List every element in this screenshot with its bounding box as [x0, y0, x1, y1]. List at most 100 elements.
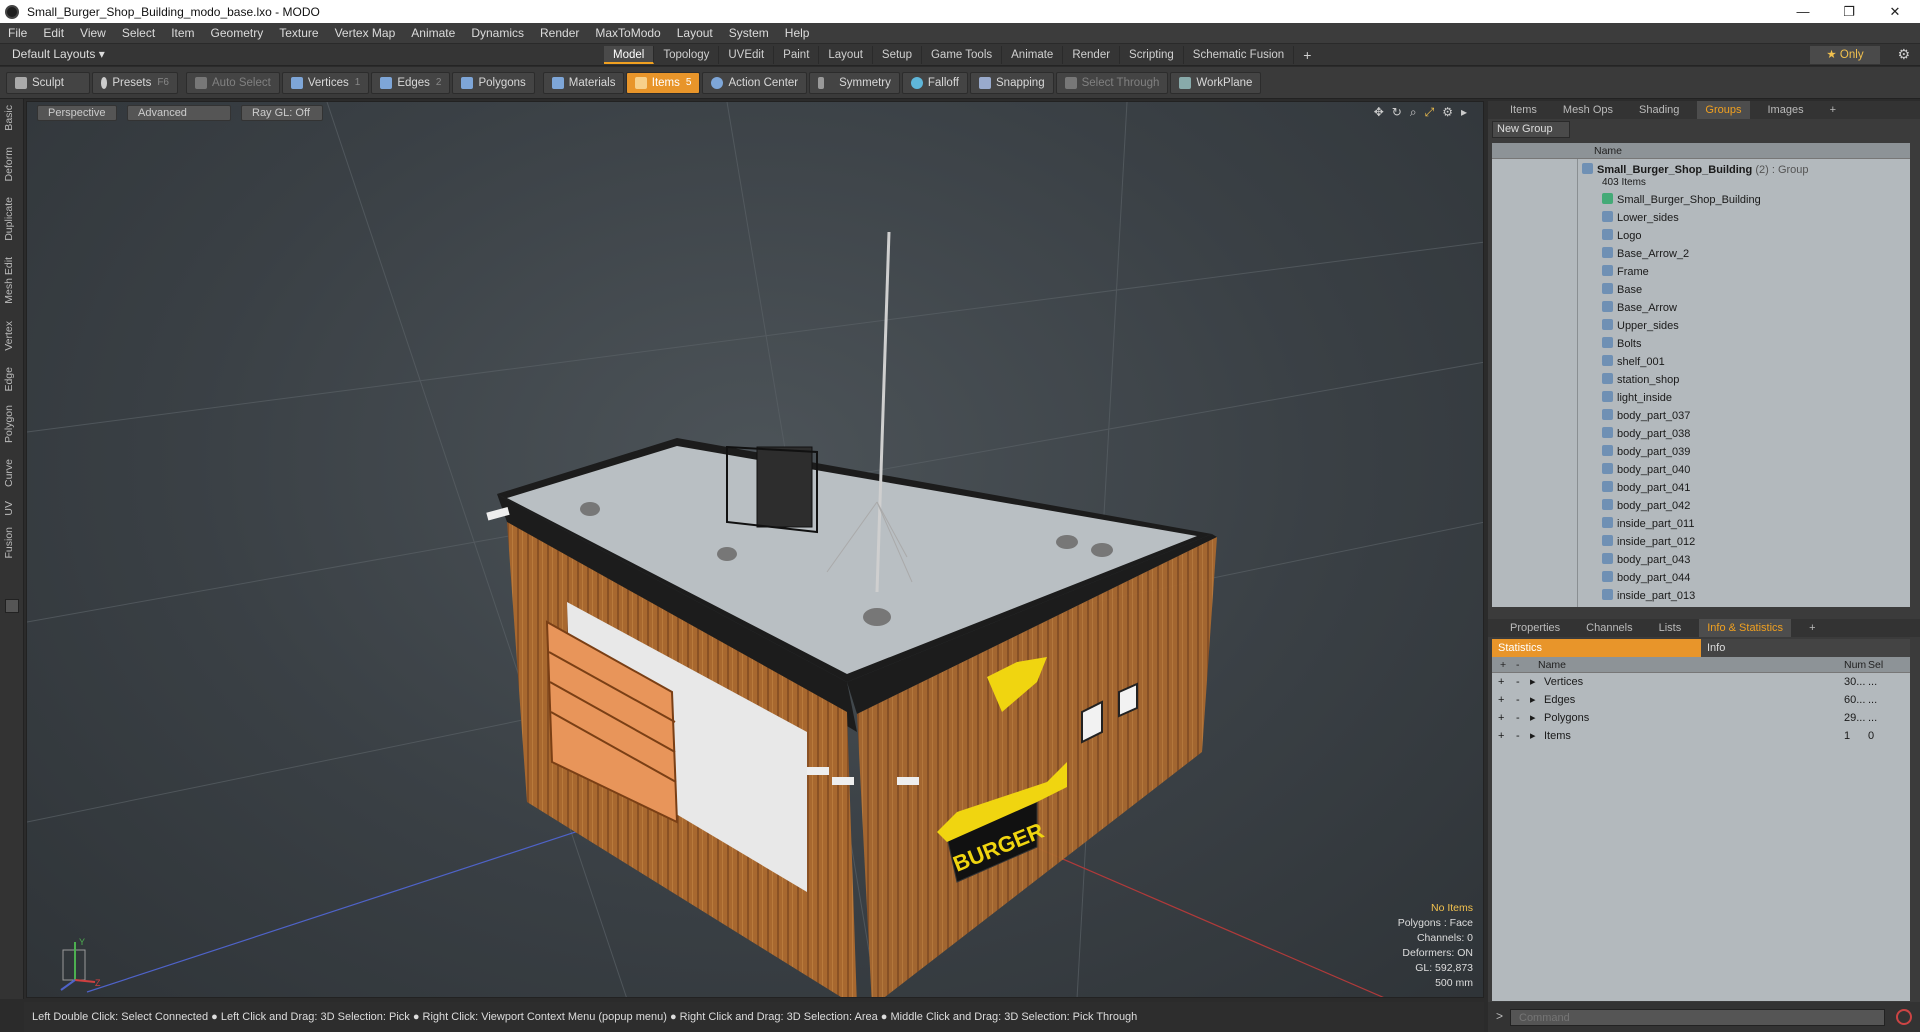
items-button[interactable]: Items 5: [626, 71, 701, 94]
list-item[interactable]: body_part_037: [1602, 407, 1690, 425]
tab-channels[interactable]: Channels: [1578, 619, 1640, 637]
fit-icon[interactable]: ⤢: [1425, 105, 1435, 120]
add-icon[interactable]: +: [1498, 727, 1504, 745]
tab-images[interactable]: Images: [1760, 101, 1812, 119]
maximize-button[interactable]: ❐: [1826, 0, 1872, 23]
list-item[interactable]: light_inside: [1602, 389, 1672, 407]
only-toggle[interactable]: ★ Only: [1810, 46, 1880, 64]
list-item[interactable]: body_part_042: [1602, 497, 1690, 515]
menu-vertex-map[interactable]: Vertex Map: [327, 26, 404, 40]
tab-layout[interactable]: Layout: [819, 46, 873, 64]
subtab-info[interactable]: Info: [1701, 639, 1910, 657]
expand-arrow-icon[interactable]: ▸: [1461, 105, 1467, 120]
name-column-header[interactable]: Name: [1492, 143, 1910, 159]
list-item[interactable]: inside_part_012: [1602, 533, 1695, 551]
vtab-edge[interactable]: Edge: [3, 367, 15, 392]
expand-triangle-icon[interactable]: ▸: [1530, 691, 1536, 709]
tab-game-tools[interactable]: Game Tools: [922, 46, 1003, 64]
expand-triangle-icon[interactable]: ▸: [1530, 673, 1536, 691]
pan-icon[interactable]: ✥: [1374, 105, 1384, 120]
expand-triangle-icon[interactable]: ▸: [1530, 727, 1536, 745]
list-item[interactable]: inside_part_011: [1602, 515, 1694, 533]
tab-paint[interactable]: Paint: [774, 46, 820, 64]
command-input[interactable]: [1510, 1009, 1885, 1026]
workplane-button[interactable]: WorkPlane: [1170, 71, 1262, 94]
list-item[interactable]: body_part_039: [1602, 443, 1690, 461]
toggle-panel-button[interactable]: [5, 599, 19, 613]
tab-groups[interactable]: Groups: [1697, 101, 1750, 119]
auto-select-button[interactable]: Auto Select: [186, 71, 280, 94]
add-icon[interactable]: +: [1498, 691, 1504, 709]
tab-setup[interactable]: Setup: [873, 46, 922, 64]
add-bottom-tab-button[interactable]: +: [1801, 619, 1823, 637]
raygl-dropdown[interactable]: Ray GL: Off: [241, 105, 323, 121]
add-icon[interactable]: +: [1498, 709, 1504, 727]
default-layouts-dropdown[interactable]: Default Layouts ▾: [12, 47, 105, 61]
close-button[interactable]: ✕: [1872, 0, 1918, 23]
list-item[interactable]: Frame: [1602, 263, 1649, 281]
expand-triangle-icon[interactable]: ▸: [1530, 709, 1536, 727]
list-item[interactable]: shelf_001: [1602, 353, 1665, 371]
vtab-basic[interactable]: Basic: [3, 105, 15, 131]
perspective-dropdown[interactable]: Perspective: [37, 105, 117, 121]
advanced-dropdown[interactable]: Advanced: [127, 105, 231, 121]
remove-icon[interactable]: -: [1516, 673, 1520, 691]
list-item[interactable]: body_part_043: [1602, 551, 1690, 569]
minimize-button[interactable]: —: [1780, 0, 1826, 23]
tab-properties[interactable]: Properties: [1502, 619, 1568, 637]
falloff-button[interactable]: Falloff: [901, 71, 968, 94]
list-item[interactable]: Upper_sides: [1602, 317, 1679, 335]
menu-help[interactable]: Help: [777, 26, 818, 40]
vtab-polygon[interactable]: Polygon: [3, 405, 15, 443]
symmetry-button[interactable]: Symmetry: [809, 71, 900, 94]
table-row[interactable]: + - ▸ Edges 60......: [1492, 691, 1910, 709]
tab-info-statistics[interactable]: Info & Statistics: [1699, 619, 1792, 637]
tab-lists[interactable]: Lists: [1651, 619, 1690, 637]
rotate-icon[interactable]: ↻: [1392, 105, 1402, 120]
tab-animate[interactable]: Animate: [1002, 46, 1064, 64]
tab-topology[interactable]: Topology: [654, 46, 720, 64]
table-row[interactable]: + - ▸ Items 1 0: [1492, 727, 1910, 745]
remove-icon[interactable]: -: [1516, 691, 1520, 709]
menu-render[interactable]: Render: [532, 26, 587, 40]
action-center-button[interactable]: Action Center: [702, 71, 808, 94]
list-item[interactable]: body_part_041: [1602, 479, 1690, 497]
vtab-duplicate[interactable]: Duplicate: [3, 197, 15, 241]
list-item[interactable]: Logo: [1602, 227, 1641, 245]
collapse-all-icon[interactable]: -: [1516, 657, 1520, 673]
list-item[interactable]: Base_Arrow: [1602, 299, 1677, 317]
vtab-deform[interactable]: Deform: [3, 147, 15, 181]
stats-sel-col[interactable]: Sel: [1868, 657, 1883, 673]
vtab-mesh-edit[interactable]: Mesh Edit: [3, 257, 15, 304]
list-item[interactable]: body_part_044: [1602, 569, 1690, 587]
polygons-button[interactable]: Polygons: [452, 71, 535, 94]
menu-view[interactable]: View: [72, 26, 114, 40]
presets-button[interactable]: Presets F6: [92, 71, 178, 94]
add-tab-button[interactable]: +: [1294, 46, 1320, 64]
menu-item[interactable]: Item: [163, 26, 202, 40]
viewport-settings-icon[interactable]: ⚙: [1442, 105, 1453, 120]
sculpt-button[interactable]: Sculpt: [6, 71, 90, 94]
tab-schematic-fusion[interactable]: Schematic Fusion: [1184, 46, 1295, 64]
zoom-icon[interactable]: ⌕: [1410, 105, 1417, 120]
menu-geometry[interactable]: Geometry: [203, 26, 272, 40]
vertices-button[interactable]: Vertices 1: [281, 71, 370, 94]
expand-all-icon[interactable]: +: [1500, 657, 1506, 673]
list-item[interactable]: Bolts: [1602, 335, 1641, 353]
list-item[interactable]: inside_part_013: [1602, 587, 1695, 605]
tab-model[interactable]: Model: [604, 46, 655, 64]
vtab-vertex[interactable]: Vertex: [3, 321, 15, 351]
tab-items[interactable]: Items: [1502, 101, 1545, 119]
menu-texture[interactable]: Texture: [271, 26, 326, 40]
remove-icon[interactable]: -: [1516, 709, 1520, 727]
menu-select[interactable]: Select: [114, 26, 163, 40]
menu-maxtomodo[interactable]: MaxToModo: [587, 26, 668, 40]
materials-button[interactable]: Materials: [542, 71, 625, 94]
stats-num-col[interactable]: Num: [1844, 657, 1866, 673]
stats-name-col[interactable]: Name: [1538, 657, 1566, 673]
burger-shop-model[interactable]: [486, 231, 1217, 998]
list-item[interactable]: body_part_040: [1602, 461, 1690, 479]
menu-layout[interactable]: Layout: [669, 26, 721, 40]
3d-viewport[interactable]: BURGER Y Z Perspective Advanced Ray GL: …: [26, 101, 1484, 998]
table-row[interactable]: + - ▸ Polygons 29......: [1492, 709, 1910, 727]
